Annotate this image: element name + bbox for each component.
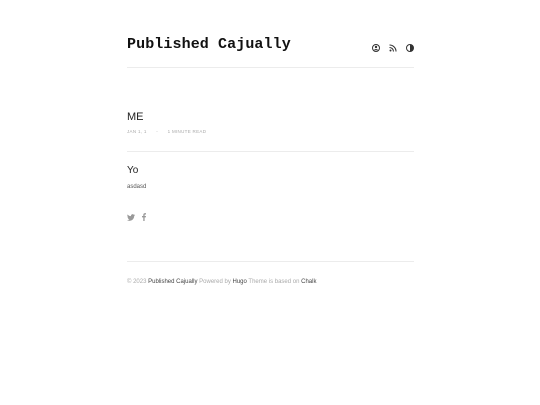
- post-body: asdasd: [127, 184, 147, 190]
- twitter-icon[interactable]: [127, 208, 135, 226]
- post-date: JAN 1, 1: [127, 129, 147, 134]
- site-footer: © 2023 Published Cajually Powered by Hug…: [127, 279, 316, 285]
- read-time: 1 MINUTE READ: [167, 129, 207, 134]
- about-icon[interactable]: [372, 39, 380, 52]
- site-title-link[interactable]: Published Cajually: [127, 36, 291, 53]
- powered-by-text: Powered by: [199, 279, 231, 285]
- facebook-icon[interactable]: [142, 208, 146, 226]
- meta-separator: -: [156, 129, 159, 134]
- theme-text: Theme is based on: [248, 279, 300, 285]
- copyright-text: © 2023: [127, 279, 147, 285]
- header-divider: [127, 67, 414, 68]
- footer-divider: [127, 261, 414, 262]
- site-header: Published Cajually: [127, 34, 414, 56]
- post-meta: JAN 1, 1 - 1 MINUTE READ: [127, 129, 206, 134]
- theme-toggle-icon[interactable]: [406, 39, 414, 52]
- post-divider: [127, 151, 414, 152]
- hugo-link[interactable]: Hugo: [233, 279, 247, 285]
- footer-site-link[interactable]: Published Cajually: [148, 279, 197, 285]
- share-links: [127, 208, 146, 226]
- rss-icon[interactable]: [389, 39, 397, 52]
- section-heading: Yo: [127, 165, 139, 176]
- chalk-link[interactable]: Chalk: [301, 279, 316, 285]
- post-title[interactable]: ME: [127, 111, 144, 123]
- header-icons: [372, 39, 414, 52]
